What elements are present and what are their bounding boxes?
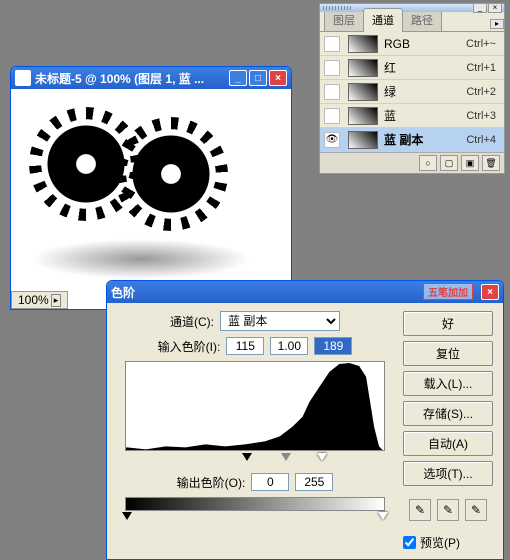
load-selection-icon[interactable]: ○ [419,155,437,171]
watermark-stamp: 五笔加加 [423,283,473,300]
preview-checkbox-row[interactable]: 预览(P) [403,534,493,551]
channel-row-blue-copy[interactable]: 👁 蓝 副本 Ctrl+4 [320,128,504,152]
channel-shortcut: Ctrl+2 [466,86,496,98]
app-icon: 🖼 [15,70,31,86]
channel-row-red[interactable]: 红 Ctrl+1 [320,56,504,80]
panel-titlebar[interactable]: _ × [320,4,504,12]
channel-thumb [348,107,378,125]
preview-checkbox[interactable] [403,536,416,549]
output-black-field[interactable] [251,473,289,491]
channel-shortcut: Ctrl+4 [466,134,496,146]
panel-menu[interactable]: ▸ [490,19,504,29]
output-black-slider[interactable] [122,512,132,525]
save-selection-icon[interactable]: ▢ [440,155,458,171]
zoom-value: 100% [18,293,49,307]
channel-row-rgb[interactable]: RGB Ctrl+~ [320,32,504,56]
preview-label: 预览(P) [420,534,460,551]
maximize-button[interactable]: □ [249,70,267,86]
options-button[interactable]: 选项(T)... [403,461,493,486]
visibility-toggle[interactable] [324,84,340,100]
document-window: 🖼 未标题-5 @ 100% (图层 1, 蓝 ... _ □ × 100% ▸ [10,66,292,310]
black-eyedropper-icon[interactable]: ✎ [409,499,431,521]
output-gradient[interactable] [125,497,385,511]
channels-panel: _ × 图层 通道 路径 ▸ RGB Ctrl+~ 红 Ctrl+1 绿 Ctr… [319,3,505,174]
visibility-toggle[interactable] [324,60,340,76]
channel-name: 红 [384,59,466,76]
visibility-toggle[interactable] [324,108,340,124]
channel-shortcut: Ctrl+~ [466,38,496,50]
input-white-field[interactable] [314,337,352,355]
ok-button[interactable]: 好 [403,311,493,336]
channel-thumb [348,59,378,77]
output-levels-label: 输出色阶(O): [177,474,246,491]
channel-select[interactable]: 蓝 副本 [220,311,340,331]
channel-row-green[interactable]: 绿 Ctrl+2 [320,80,504,104]
zoom-arrow-icon[interactable]: ▸ [51,294,62,307]
output-white-field[interactable] [295,473,333,491]
input-gamma-field[interactable] [270,337,308,355]
channel-list: RGB Ctrl+~ 红 Ctrl+1 绿 Ctrl+2 蓝 Ctrl+3 👁 … [320,32,504,152]
new-channel-icon[interactable]: ▣ [461,155,479,171]
channel-row-blue[interactable]: 蓝 Ctrl+3 [320,104,504,128]
document-titlebar[interactable]: 🖼 未标题-5 @ 100% (图层 1, 蓝 ... _ □ × [11,67,291,89]
panel-footer: ○ ▢ ▣ 🗑 [320,152,504,173]
white-eyedropper-icon[interactable]: ✎ [465,499,487,521]
channel-label: 通道(C): [170,313,214,330]
channel-name: RGB [384,37,466,51]
panel-minimize[interactable]: _ [473,3,487,13]
channel-name: 绿 [384,83,466,100]
visibility-toggle[interactable] [324,36,340,52]
panel-close[interactable]: × [488,3,502,13]
load-button[interactable]: 载入(L)... [403,371,493,396]
channel-shortcut: Ctrl+3 [466,110,496,122]
zoom-indicator[interactable]: 100% ▸ [11,291,68,309]
gray-eyedropper-icon[interactable]: ✎ [437,499,459,521]
histogram [125,361,385,451]
save-button[interactable]: 存储(S)... [403,401,493,426]
tab-channels[interactable]: 通道 [363,8,403,32]
gamma-slider[interactable] [281,453,291,466]
minimize-button[interactable]: _ [229,70,247,86]
input-slider-track[interactable] [125,453,385,465]
channel-name: 蓝 [384,107,466,124]
channel-name: 蓝 副本 [384,131,466,148]
close-button[interactable]: × [269,70,287,86]
white-point-slider[interactable] [317,453,327,466]
black-point-slider[interactable] [242,453,252,466]
delete-channel-icon[interactable]: 🗑 [482,155,500,171]
input-levels-label: 输入色阶(I): [158,338,221,355]
levels-titlebar[interactable]: 色阶 五笔加加 × [107,281,503,303]
reset-button[interactable]: 复位 [403,341,493,366]
gear-image [126,129,216,219]
channel-thumb [348,35,378,53]
channel-thumb [348,131,378,149]
visibility-toggle[interactable]: 👁 [324,132,340,148]
auto-button[interactable]: 自动(A) [403,431,493,456]
channel-thumb [348,83,378,101]
output-white-slider[interactable] [378,512,388,525]
document-title: 未标题-5 @ 100% (图层 1, 蓝 ... [35,70,229,87]
document-canvas[interactable] [11,89,291,309]
levels-dialog: 色阶 五笔加加 × 通道(C): 蓝 副本 输入色阶(I): [106,280,504,560]
panel-tabs: 图层 通道 路径 ▸ [320,12,504,32]
channel-shortcut: Ctrl+1 [466,62,496,74]
input-black-field[interactable] [226,337,264,355]
close-button[interactable]: × [481,284,499,300]
